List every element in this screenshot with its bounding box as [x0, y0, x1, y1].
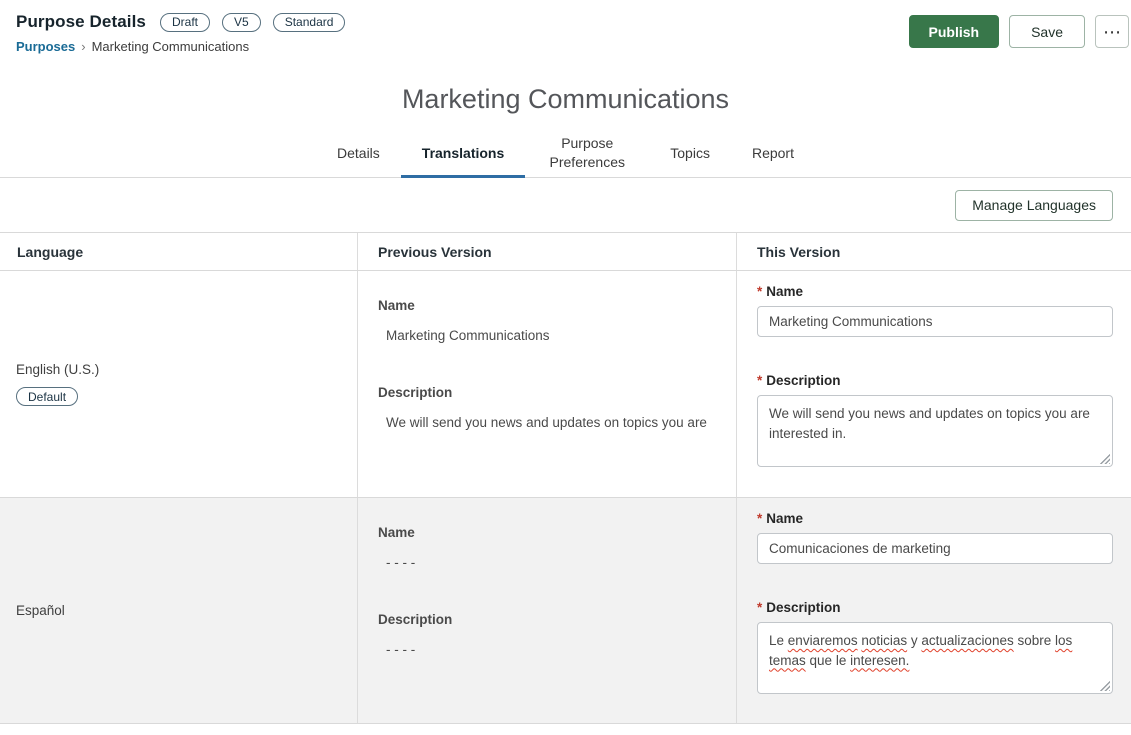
description-field-label: *Description — [757, 373, 1113, 388]
default-badge: Default — [16, 387, 78, 406]
tabs: Details Translations Purpose Preferences… — [0, 131, 1131, 177]
language-cell-english: English (U.S.) Default — [0, 271, 357, 497]
save-button[interactable]: Save — [1009, 15, 1085, 48]
name-field-label: *Name — [757, 284, 1113, 299]
description-textarea-spanish[interactable]: Le enviaremos noticias y actualizaciones… — [757, 622, 1113, 694]
translations-toolbar: Manage Languages — [0, 178, 1131, 232]
previous-description-value: We will send you news and updates on top… — [386, 415, 716, 430]
status-badge-draft: Draft — [160, 13, 210, 32]
tab-purpose-preferences[interactable]: Purpose Preferences — [525, 131, 649, 178]
language-name: English (U.S.) — [16, 362, 99, 377]
breadcrumb-separator-icon: › — [81, 39, 85, 54]
resize-handle-icon[interactable] — [1099, 453, 1110, 464]
version-badge: V5 — [222, 13, 261, 32]
name-input-spanish[interactable] — [757, 533, 1113, 564]
description-text-spellchecked: Le enviaremos noticias y actualizaciones… — [769, 633, 1072, 668]
breadcrumb-link-purposes[interactable]: Purposes — [16, 39, 75, 54]
breadcrumb: Purposes › Marketing Communications — [16, 39, 345, 54]
previous-description-label: Description — [378, 385, 716, 400]
publish-button[interactable]: Publish — [909, 15, 1000, 48]
this-version-cell: *Name *Description Le enviaremos noticia… — [736, 498, 1131, 723]
required-marker: * — [757, 511, 762, 526]
breadcrumb-current: Marketing Communications — [92, 39, 250, 54]
page-title: Purpose Details — [16, 12, 146, 32]
badge-group: Draft V5 Standard — [160, 13, 345, 32]
previous-name-value: - - - - — [386, 555, 716, 570]
language-cell-spanish: Español — [0, 498, 357, 723]
page-header: Purpose Details Draft V5 Standard Purpos… — [0, 0, 1131, 62]
tabs-bar: Details Translations Purpose Preferences… — [0, 131, 1131, 178]
required-marker: * — [757, 600, 762, 615]
tab-translations[interactable]: Translations — [401, 131, 525, 178]
column-header-this-version: This Version — [736, 233, 1131, 270]
this-version-cell: *Name *Description We will send you news… — [736, 271, 1131, 497]
column-header-previous-version: Previous Version — [357, 233, 736, 270]
previous-description-value: - - - - — [386, 642, 716, 657]
translations-table: Language Previous Version This Version E… — [0, 232, 1131, 724]
required-marker: * — [757, 284, 762, 299]
table-row: English (U.S.) Default Name Marketing Co… — [0, 271, 1131, 498]
previous-description-label: Description — [378, 612, 716, 627]
name-input-english[interactable] — [757, 306, 1113, 337]
purpose-name-heading: Marketing Communications — [0, 84, 1131, 115]
column-header-language: Language — [0, 233, 357, 270]
ellipsis-icon: ⋯ — [1103, 22, 1121, 42]
header-actions: Publish Save ⋯ — [909, 12, 1129, 48]
required-marker: * — [757, 373, 762, 388]
description-field-label: *Description — [757, 600, 1113, 615]
previous-version-cell: Name - - - - Description - - - - — [357, 498, 736, 723]
tab-topics[interactable]: Topics — [649, 131, 731, 178]
description-textarea-english[interactable]: We will send you news and updates on top… — [757, 395, 1113, 467]
type-badge-standard: Standard — [273, 13, 346, 32]
resize-handle-icon[interactable] — [1099, 680, 1110, 691]
header-left: Purpose Details Draft V5 Standard Purpos… — [16, 12, 345, 54]
previous-version-cell: Name Marketing Communications Descriptio… — [357, 271, 736, 497]
title-row: Purpose Details Draft V5 Standard — [16, 12, 345, 32]
previous-name-label: Name — [378, 525, 716, 540]
name-field-label: *Name — [757, 511, 1113, 526]
previous-name-label: Name — [378, 298, 716, 313]
table-header-row: Language Previous Version This Version — [0, 233, 1131, 271]
tab-details[interactable]: Details — [316, 131, 401, 178]
manage-languages-button[interactable]: Manage Languages — [955, 190, 1113, 221]
more-actions-button[interactable]: ⋯ — [1095, 15, 1129, 48]
tab-report[interactable]: Report — [731, 131, 815, 178]
language-name: Español — [16, 603, 65, 618]
description-text: We will send you news and updates on top… — [769, 406, 1090, 441]
previous-name-value: Marketing Communications — [386, 328, 716, 343]
table-row: Español Name - - - - Description - - - -… — [0, 498, 1131, 724]
